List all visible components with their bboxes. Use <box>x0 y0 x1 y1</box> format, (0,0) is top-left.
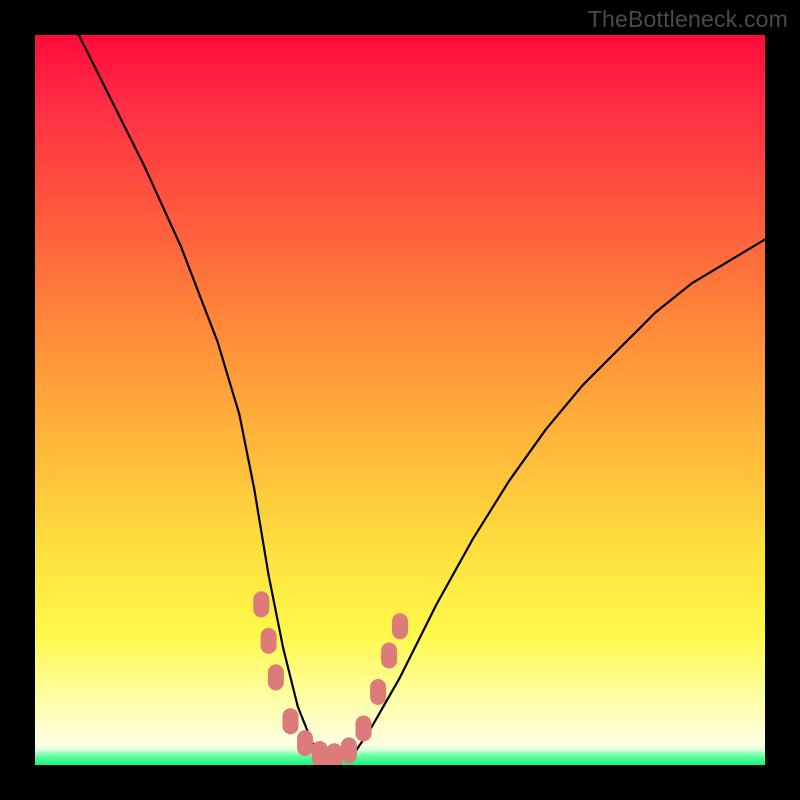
valley-marker <box>312 741 328 765</box>
valley-marker <box>381 643 397 669</box>
valley-marker <box>392 613 408 639</box>
valley-marker <box>341 737 357 763</box>
valley-marker <box>297 730 313 756</box>
valley-marker <box>283 708 299 734</box>
valley-marker <box>370 679 386 705</box>
valley-marker <box>326 743 342 765</box>
curve-layer <box>35 35 765 765</box>
valley-marker <box>253 591 269 617</box>
valley-marker <box>261 628 277 654</box>
chart-frame: TheBottleneck.com <box>0 0 800 800</box>
watermark-text: TheBottleneck.com <box>588 6 788 33</box>
valley-marker <box>268 664 284 690</box>
plot-area <box>35 35 765 765</box>
bottleneck-curve <box>79 35 765 758</box>
valley-marker <box>356 716 372 742</box>
